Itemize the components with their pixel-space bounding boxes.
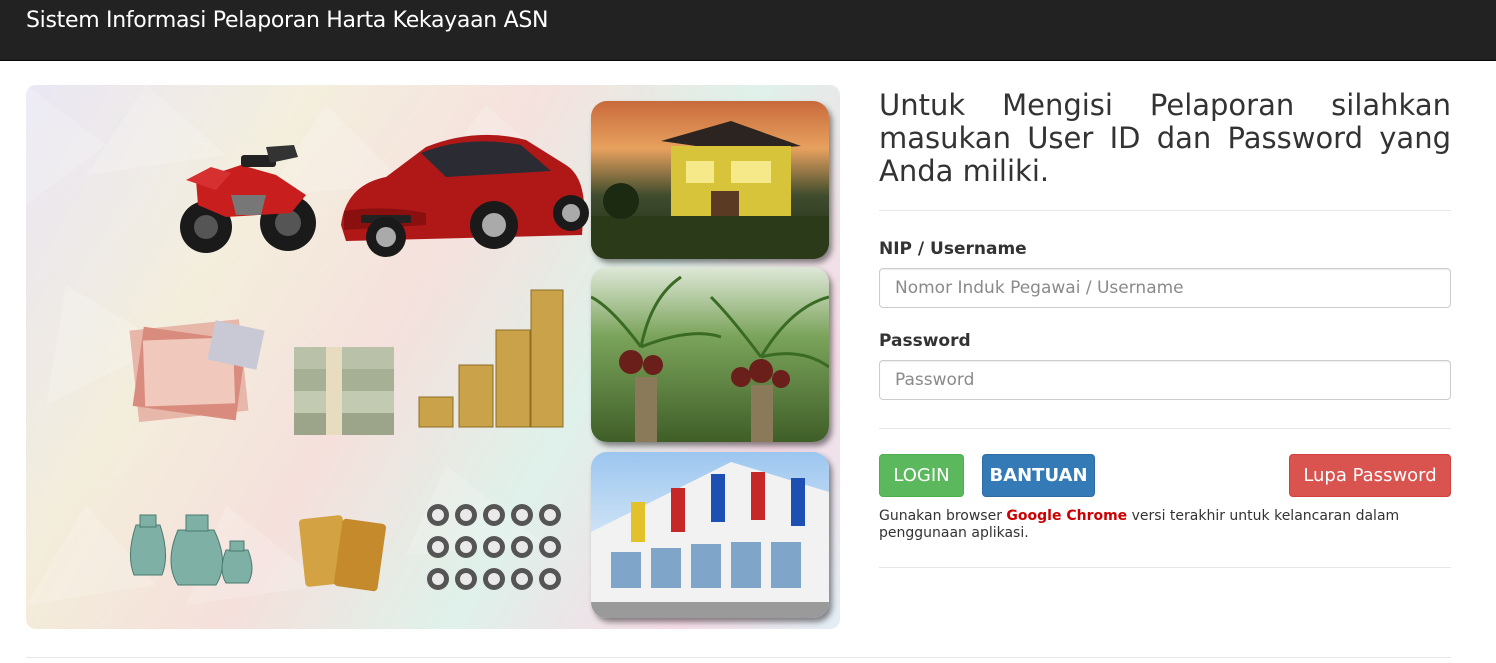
palm-illustration bbox=[591, 275, 829, 442]
forgot-password-button[interactable]: Lupa Password bbox=[1289, 454, 1451, 497]
rupiah-banknotes-image bbox=[129, 319, 265, 423]
app-title[interactable]: Sistem Informasi Pelaporan Harta Kekayaa… bbox=[26, 8, 548, 33]
help-button[interactable]: BANTUAN bbox=[982, 454, 1095, 497]
car-image bbox=[341, 134, 589, 257]
browser-note-prefix: Gunakan browser bbox=[879, 508, 1007, 524]
browser-note: Gunakan browser Google Chrome versi tera… bbox=[879, 508, 1439, 542]
palm-plantation-image bbox=[591, 267, 829, 442]
shophouse-building-image bbox=[591, 452, 829, 618]
gold-coins-image bbox=[418, 289, 564, 428]
password-input[interactable] bbox=[879, 360, 1451, 400]
username-label: NIP / Username bbox=[879, 239, 1027, 259]
divider-middle bbox=[879, 428, 1451, 429]
house-image bbox=[591, 101, 829, 259]
gold-bars-image bbox=[298, 515, 387, 592]
browser-name: Google Chrome bbox=[1006, 508, 1128, 524]
login-instruction-heading: Untuk Mengisi Pelaporan silahkan masukan… bbox=[879, 88, 1451, 188]
username-input[interactable] bbox=[879, 268, 1451, 308]
divider-top bbox=[879, 210, 1451, 211]
footer-divider bbox=[26, 657, 1451, 658]
password-label: Password bbox=[879, 331, 971, 351]
top-navbar: Sistem Informasi Pelaporan Harta Kekayaa… bbox=[0, 0, 1496, 61]
dollar-stack-image bbox=[294, 347, 394, 435]
login-button[interactable]: LOGIN bbox=[879, 454, 964, 497]
house-illustration bbox=[591, 121, 829, 259]
hero-banner-image bbox=[26, 85, 840, 629]
watches-image bbox=[427, 504, 561, 590]
building-illustration bbox=[591, 462, 829, 618]
divider-bottom bbox=[879, 567, 1451, 568]
